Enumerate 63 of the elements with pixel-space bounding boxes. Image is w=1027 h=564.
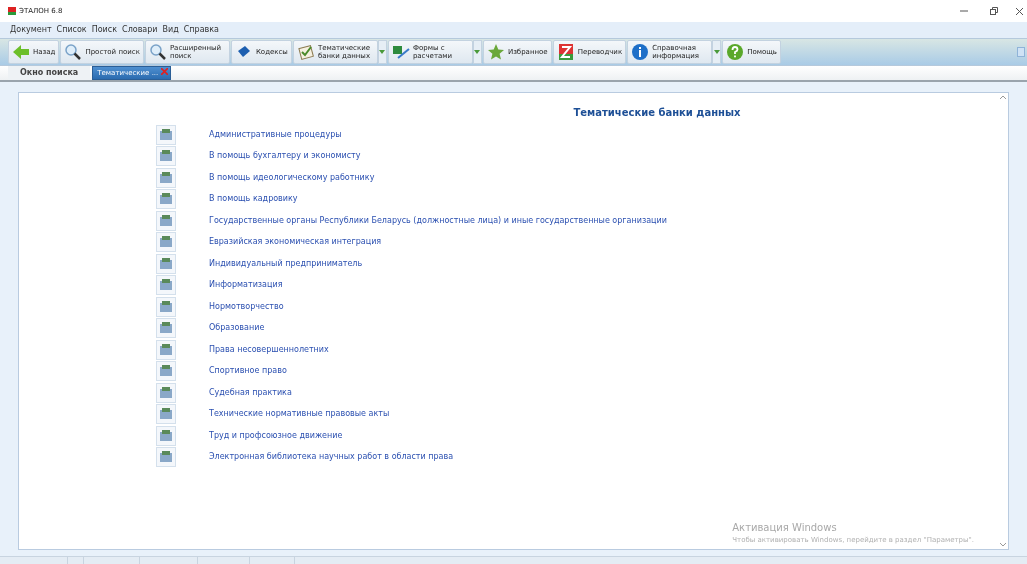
- tab[interactable]: Окно поиска: [8, 66, 91, 80]
- topic-icon: [156, 210, 176, 231]
- magnifier-icon: [148, 43, 167, 61]
- activation-title: Активация Windows: [732, 520, 838, 535]
- caret-icon: [379, 50, 386, 54]
- topic-icon: [156, 447, 176, 468]
- scroll-up-icon[interactable]: [1000, 95, 1006, 99]
- topic-icon: [156, 189, 176, 210]
- dropdown-arrow-button[interactable]: [377, 40, 387, 64]
- topic-link[interactable]: Индивидуальный предприниматель: [209, 257, 363, 270]
- menu-item[interactable]: Документ: [10, 24, 52, 36]
- menu-item[interactable]: Вид: [162, 24, 179, 36]
- caret-icon: [474, 50, 481, 54]
- close-icon[interactable]: [1016, 7, 1023, 15]
- restore-icon[interactable]: [990, 7, 998, 15]
- topic-link[interactable]: Административные процедуры: [209, 128, 342, 141]
- app-flag-icon: [8, 7, 16, 15]
- page-heading: Тематические банки данных: [573, 106, 741, 120]
- topic-icon: [156, 124, 176, 145]
- menu-item[interactable]: Словари: [122, 24, 158, 36]
- dropdown-arrow-button[interactable]: [712, 40, 722, 64]
- topic-link[interactable]: Информатизация: [209, 279, 283, 292]
- topic-icon: [156, 404, 176, 425]
- topic-icon: [156, 253, 176, 274]
- topic-link[interactable]: Электронная библиотека научных работ в области права: [209, 451, 454, 464]
- topic-link[interactable]: Судебная практика: [209, 386, 292, 399]
- topic-icon: [156, 232, 176, 253]
- topic-link[interactable]: Государственные органы Республики Беларусь (должностные лица) и иные государственные организации: [209, 214, 667, 227]
- dropdown-arrow-button[interactable]: [472, 40, 482, 64]
- caret-icon: [713, 50, 720, 54]
- topic-icon: [156, 296, 176, 317]
- menu-item[interactable]: Список: [56, 24, 87, 36]
- flag-z-icon: [556, 43, 575, 61]
- topic-link[interactable]: В помощь бухгалтеру и экономисту: [209, 150, 361, 163]
- topic-link[interactable]: Права несовершеннолетних: [209, 343, 329, 356]
- topic-link[interactable]: Труд и профсоюзное движение: [209, 429, 343, 442]
- topic-link[interactable]: Евразийская экономическая интеграция: [209, 236, 382, 249]
- topic-icon: [156, 318, 176, 339]
- star-icon: [486, 43, 505, 61]
- menu-item[interactable]: Поиск: [91, 24, 118, 36]
- checkmark-icon: [296, 43, 315, 61]
- topic-icon: [156, 167, 176, 188]
- topic-link[interactable]: Образование: [209, 322, 265, 335]
- scroll-down-icon[interactable]: [1000, 543, 1006, 547]
- spreadsheet-icon: [391, 43, 410, 61]
- topic-link[interactable]: Нормотворчество: [209, 300, 284, 313]
- close-tab-icon[interactable]: [161, 68, 169, 75]
- magnifier-icon: [64, 43, 83, 61]
- topic-icon: [156, 361, 176, 382]
- topic-link[interactable]: В помощь идеологическому работнику: [209, 171, 375, 184]
- info-icon: [631, 43, 650, 61]
- topic-icon: [156, 339, 176, 360]
- back-arrow-icon: [12, 43, 30, 61]
- topic-link[interactable]: В помощь кадровику: [209, 193, 298, 206]
- topic-link[interactable]: Технические нормативные правовые акты: [209, 408, 390, 421]
- menu-item[interactable]: Справка: [183, 24, 219, 36]
- topic-icon: [156, 382, 176, 403]
- topic-link[interactable]: Спортивное право: [209, 365, 287, 378]
- topic-icon: [156, 425, 176, 446]
- help-icon: [726, 43, 745, 61]
- minimize-icon[interactable]: [960, 7, 968, 15]
- topic-icon: [156, 146, 176, 167]
- topic-icon: [156, 275, 176, 296]
